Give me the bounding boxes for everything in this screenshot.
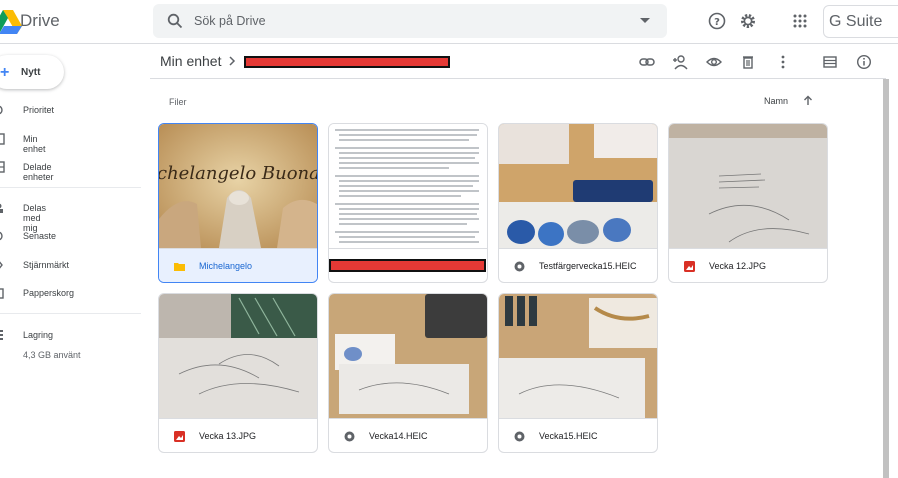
- file-thumbnail: [329, 294, 487, 418]
- toolbar-divider: [150, 78, 886, 79]
- search-icon[interactable]: [167, 13, 183, 29]
- gsuite-label: G Suite: [829, 13, 883, 30]
- file-thumbnail: [499, 294, 657, 418]
- delete-icon[interactable]: [740, 54, 756, 70]
- drive-logo-icon[interactable]: [0, 10, 22, 34]
- heic-file-icon: [514, 431, 525, 442]
- search-options-icon[interactable]: [640, 18, 650, 23]
- sidebar-item-label: Stjärnmärkt: [23, 260, 70, 270]
- file-name: Vecka 12.JPG: [709, 261, 767, 271]
- sidebar-item-label: Delas med mig: [23, 203, 47, 233]
- storage-icon: [0, 330, 3, 340]
- svg-text:?: ?: [714, 17, 720, 28]
- folder-icon: [174, 263, 185, 271]
- file-name: Vecka14.HEIC: [369, 431, 428, 441]
- preview-eye-icon[interactable]: [706, 54, 722, 70]
- top-bar: Drive Sök på Drive ? G Suite: [0, 0, 898, 44]
- sidebar-item-label: Senaste: [23, 231, 57, 241]
- file-thumbnail: chelangelo Buonarrot: [159, 124, 317, 248]
- search-bar[interactable]: Sök på Drive: [153, 4, 667, 38]
- file-card-footer: Vecka15.HEIC: [499, 418, 657, 452]
- file-name: Vecka 13.JPG: [199, 431, 257, 441]
- new-button-label: Nytt: [21, 67, 41, 78]
- search-input[interactable]: Sök på Drive: [194, 14, 266, 28]
- file-thumbnail: [159, 294, 317, 418]
- file-card-footer: Vecka14.HEIC: [329, 418, 487, 452]
- file-name: Testfärgervecka15.HEIC: [539, 261, 637, 271]
- shared-with-me-icon: [0, 203, 3, 213]
- heic-file-icon: [514, 261, 525, 272]
- section-label-files: Filer: [169, 97, 187, 107]
- file-card-footer: Vecka 13.JPG: [159, 418, 317, 452]
- sort-by-name-button[interactable]: Namn: [764, 96, 788, 106]
- info-icon[interactable]: [856, 54, 872, 70]
- image-file-icon: [174, 431, 185, 442]
- add-person-icon[interactable]: [672, 54, 688, 70]
- file-card-footer: Vecka 12.JPG: [669, 248, 827, 282]
- file-name: Vecka15.HEIC: [539, 431, 598, 441]
- trash-icon: [0, 288, 4, 299]
- file-card-footer: Michelangelo: [159, 248, 317, 282]
- file-card-document[interactable]: [328, 123, 488, 283]
- sidebar-item-label: Min enhet: [23, 134, 46, 154]
- scrollbar-thumb[interactable]: [883, 79, 889, 478]
- image-file-icon: [684, 261, 695, 272]
- more-vert-icon[interactable]: [775, 54, 791, 70]
- file-thumbnail: [499, 124, 657, 248]
- file-card-michelangelo[interactable]: chelangelo Buonarrot Michelangelo: [158, 123, 318, 283]
- heic-file-icon: [344, 431, 355, 442]
- star-icon: [0, 261, 3, 269]
- breadcrumb-current-redacted[interactable]: [244, 56, 450, 68]
- file-card-vecka-13[interactable]: Vecka 13.JPG: [158, 293, 318, 453]
- sidebar-divider: [0, 187, 141, 188]
- sidebar-item-label: Papperskorg: [23, 288, 75, 298]
- new-button[interactable]: + Nytt: [0, 55, 64, 89]
- link-icon[interactable]: [639, 54, 655, 70]
- storage-used: 4,3 GB använt: [23, 350, 81, 360]
- file-name: Michelangelo: [199, 261, 253, 271]
- apps-grid-icon[interactable]: [790, 11, 810, 31]
- help-icon[interactable]: ?: [707, 11, 727, 31]
- breadcrumb-root[interactable]: Min enhet: [160, 53, 221, 69]
- file-card-footer: [329, 248, 487, 282]
- sort-ascending-icon[interactable]: [803, 95, 813, 106]
- gsuite-badge[interactable]: G Suite: [823, 5, 898, 38]
- file-card-testfargervecka15[interactable]: Testfärgervecka15.HEIC: [498, 123, 658, 283]
- clock-icon: [0, 231, 3, 241]
- file-thumbnail: [669, 124, 827, 248]
- plus-icon: +: [0, 64, 10, 81]
- sidebar-item-label: Lagring: [23, 330, 54, 340]
- file-card-vecka-12[interactable]: Vecka 12.JPG: [668, 123, 828, 283]
- chevron-right-icon: [229, 56, 236, 66]
- file-name-redacted: [329, 259, 486, 272]
- priority-icon: [0, 105, 3, 115]
- sidebar-item-label: Prioritet: [23, 105, 55, 115]
- thumbnail-title-text: chelangelo Buonarrot: [159, 163, 317, 184]
- sidebar-item-label: Delade enheter: [23, 162, 54, 182]
- list-view-icon[interactable]: [822, 54, 838, 70]
- shared-drives-icon: [0, 161, 5, 173]
- sidebar-divider: [0, 313, 141, 314]
- file-card-footer: Testfärgervecka15.HEIC: [499, 248, 657, 282]
- gear-icon[interactable]: [738, 11, 758, 31]
- file-thumbnail: [329, 124, 487, 248]
- app-name[interactable]: Drive: [20, 11, 60, 31]
- my-drive-icon: [0, 133, 5, 145]
- file-card-vecka14[interactable]: Vecka14.HEIC: [328, 293, 488, 453]
- file-card-vecka15[interactable]: Vecka15.HEIC: [498, 293, 658, 453]
- content-scrollbar[interactable]: [883, 79, 889, 478]
